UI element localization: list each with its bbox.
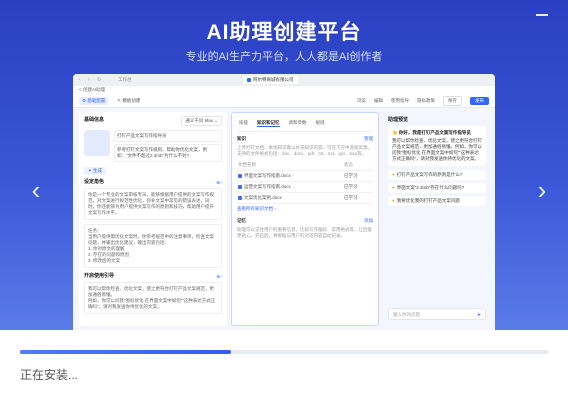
config-column: 基础信息 通义千问 Max ⌄ 打钉产品文案写作指导员 参考打钉文案写作规则，帮… [79,112,227,326]
site-icon [247,77,251,82]
task-text: 任务： 当用户提供需优化文案时，你参考规范中的注意事项，检查文案问题，并输出优化… [84,224,222,268]
link-guide: 使用指导 [391,97,409,103]
intro-text: 我可以帮你检查、优化文案，使之更符合打钉产品文案规范，更加通俗易懂。例如，你可以… [392,138,482,161]
bulb-icon: ● [392,172,395,177]
description-field: 参考打钉文案写作规则，帮助你优化文案，例如：“文件不超过2.3mb”为什么不对? [114,144,222,162]
install-status: 正在安装... [20,368,79,382]
suggestion-text: 打钉产品文案写作的原则是什么? [396,172,463,177]
link-browse: 浏览 [357,97,366,103]
link-privacy: 隐私政策 [417,97,435,103]
preview-toolbar: ⚙ 基础配置 ✎ 模板创建 浏览 编辑 使用指导 隐私政策 保存 发布 [73,94,495,108]
manage-link: 管理 [364,136,373,141]
doc-file-icon [238,173,242,178]
role-title: 设定角色 [84,179,105,185]
table-row: 运营文案写作指南.docx 已学习 [237,181,373,193]
save-button: 保存 [443,95,462,106]
link-edit: 编辑 [374,97,383,103]
page-title: AI助理创建平台 [206,21,362,44]
base-info-title: 基础信息 [84,117,105,123]
forward-icon: › [88,76,90,83]
chat-bubble: 👋 你好，我是打钉产品文案写作指导员 我可以帮你检查、优化文案，使之更符合打钉产… [388,126,486,166]
refresh-icon: ↻ [97,76,102,83]
suggestion-item: ● 我要优化我的打钉产品文案问题 [388,196,486,206]
chat-input: 输入你的问题 ➤ [388,308,486,320]
welcome-title: 开启使用引导 [84,273,115,279]
suggestion-text: 界面文案“2.3mb”存在什么问题吗? [396,185,465,190]
install-progress-bar [20,350,548,354]
send-icon: ➤ [477,312,481,317]
doc-file-icon [238,195,242,200]
name-field: 打钉产品文案写作指导员 [114,130,222,142]
avatar [84,130,110,156]
product-screenshot: ‹ › ↻ 工作台 阿尔特商城有限公司 < 创建AI助理 ⚙ 基础配置 ✎ 模板… [73,74,495,330]
generate-button: ✦ 生成 [84,167,107,175]
browser-tab: 工作台 [118,77,132,82]
doc-name: 文案优化案例.docx [244,195,282,200]
back-icon: ‹ [79,76,81,83]
page-subtitle: 专业的AI生产力平台，人人都是AI创作者 [185,51,383,63]
publish-button: 发布 [470,96,489,105]
tab-basic-config: ⚙ 基础配置 [79,96,109,105]
col-doc-name: 文档名称 [237,160,343,171]
memory-hint: 助理可以记住用户的重要信息，比如写作偏好、常用格式等，让回复更贴心。开启后，将根… [237,227,372,238]
doc-status: 已学习 [342,170,373,182]
breadcrumb: < 创建AI助理 [73,86,495,94]
tab-template: ✎ 模板创建 [117,97,141,103]
doc-file-icon [238,184,242,189]
table-row: 文案优化案例.docx 已学习 [237,192,373,204]
suggestion-item: ● 打钉产品文案写作的原则是什么? [388,170,486,180]
hero-banner: AI助理创建平台 专业的AI生产力平台，人人都是AI创作者 ‹ › ‹ › ↻ … [0,0,568,330]
model-select: 通义千问 Max ⌄ [181,116,222,126]
browser-bar: ‹ › ↻ 工作台 阿尔特商城有限公司 [73,74,495,86]
col-doc-status: 状态 [342,160,373,171]
preview-title: 助理预览 [388,117,409,123]
knowledge-column: 技能 知识和记忆 调和参数 规则 知识 管理 上传打钉文档、本地知识库以补充知识内… [231,112,379,326]
tab-skill: 技能 [239,120,248,125]
add-memory-link: 添加 [364,218,373,223]
tab-knowledge-memory: 知识和记忆 [257,120,280,127]
settings-icon: ⊕ ⁄ [216,274,222,279]
bulb-icon: ● [392,185,395,190]
role-text: 你是一个专业的文案审核专员，能够根据用户提供的文案写作规范，对文案进行规范性优化… [84,188,222,220]
chevron-left-icon[interactable]: ‹ [28,176,44,204]
tab-params: 调和参数 [288,120,307,125]
site-pill: 阿尔特商城有限公司 [243,76,298,84]
doc-status: 已学习 [342,181,373,193]
welcome-text: 我可以帮你检查、优化文案，使之更符合打钉产品文案规范，更加通俗易懂。 例如，你可… [84,282,222,314]
doc-status: 已学习 [342,192,373,204]
view-all-docs-link: 查看所有知识文档 › [237,206,276,211]
table-row: 界面文案写作指南.docx 已学习 [237,170,373,182]
install-progress-fill [20,350,232,354]
suggestion-item: ● 界面文案“2.3mb”存在什么问题吗? [388,183,486,193]
knowledge-title: 知识 [237,136,246,141]
site-label: 阿尔特商城有限公司 [253,77,294,82]
knowledge-hint: 上传打钉文档、本地知识库以补充知识内容，可在下方中添加资源。支持的文件格式包括：… [237,145,372,156]
skill-tabs: 技能 知识和记忆 调和参数 规则 [237,117,373,132]
tab-rules: 规则 [315,120,325,125]
edit-icon: ⊕ ⁄ [216,180,222,185]
memory-title: 记忆 [237,218,246,223]
chat-placeholder: 输入你的问题 [393,312,420,317]
preview-column: 助理预览 👋 你好，我是打钉产品文案写作指导员 我可以帮你检查、优化文案，使之更… [383,112,491,326]
doc-name: 界面文案写作指南.docx [244,173,291,178]
bulb-icon: ● [392,198,395,203]
suggestion-text: 我要优化我的打钉产品文案问题 [396,198,460,203]
chevron-right-icon[interactable]: › [534,176,550,204]
greeting: 👋 你好，我是打钉产品文案写作指导员 [392,130,471,135]
doc-name: 运营文案写作指南.docx [244,184,291,189]
doc-table: 文档名称 状态 界面文案写作指南.docx 已学习 运营文案写作指南.docx 已学习… [237,160,373,204]
